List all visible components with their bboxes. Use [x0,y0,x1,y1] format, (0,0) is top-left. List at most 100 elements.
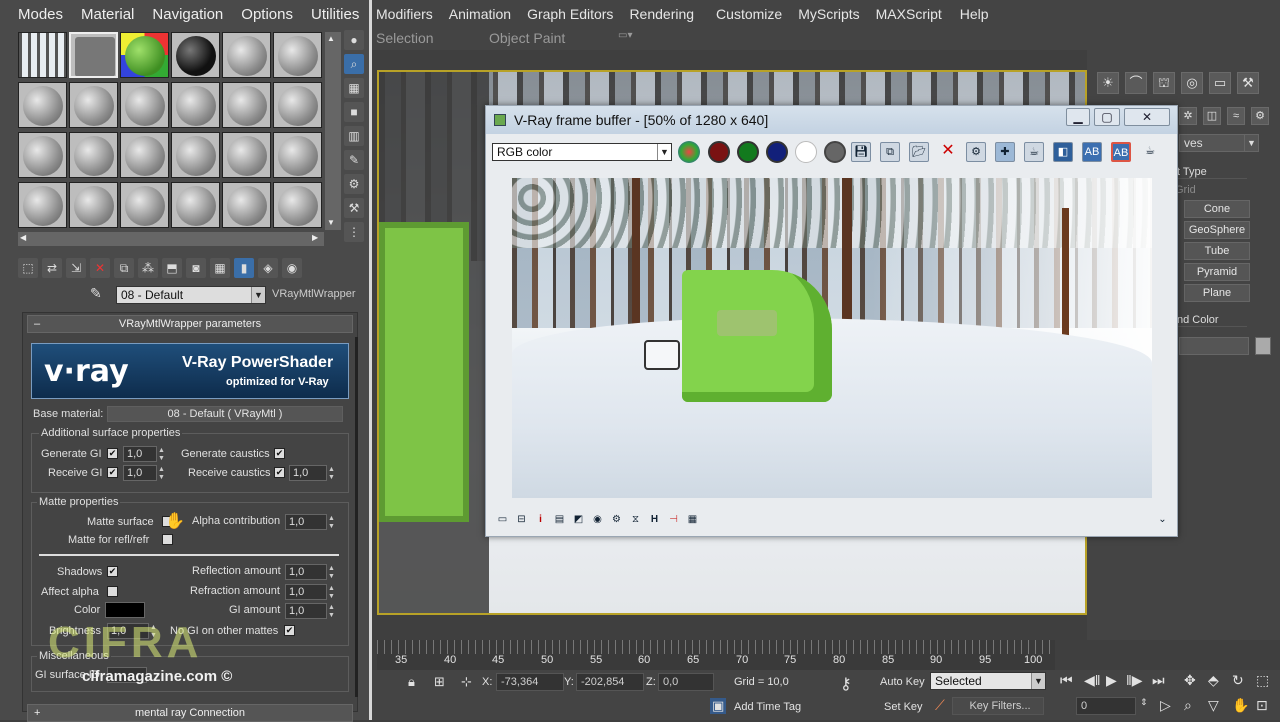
spinner-arrows-icon[interactable]: ▲ ▼ [158,466,168,482]
material-slot[interactable] [273,132,322,178]
object-type-header[interactable]: t Type [1177,166,1247,179]
material-name-dropdown[interactable]: 08 - Default ▼ [116,286,266,304]
material-slot[interactable] [222,32,271,78]
display-panel-icon[interactable]: ▭ [496,513,509,526]
rollout-header[interactable]: – VRayMtlWrapper parameters [27,315,353,333]
prev-frame-icon[interactable]: ◀‖ [1084,672,1101,689]
split-icon[interactable]: ⊣ [667,513,680,526]
timeline-track[interactable]: 35 40 45 50 55 60 65 70 75 80 85 90 95 1… [377,640,1055,670]
material-slot[interactable] [69,32,118,78]
fov-icon[interactable]: ▽ [1208,697,1219,714]
load-image-icon[interactable]: 📂︎ [909,142,929,162]
spacewarp-icon[interactable]: ≈ [1227,107,1245,125]
material-slot[interactable] [171,132,220,178]
material-slot[interactable] [69,132,118,178]
zoom-extents-icon[interactable]: ⬘ [1208,672,1219,689]
minimize-button[interactable]: ▁ [1066,108,1090,126]
chevron-right-icon[interactable]: ▶ [312,233,318,242]
ribbon-dropdown-icon[interactable]: ▭▾ [618,30,632,41]
curve-icon[interactable]: ⌒ [1125,72,1147,94]
time-tag-icon[interactable]: ▣ [710,698,727,714]
slots-vertical-scrollbar[interactable]: ▲ ▼ [325,32,341,230]
maximize-button[interactable]: ▢ [1094,108,1120,126]
menu-modes[interactable]: Modes [18,6,63,23]
lut-icon[interactable]: ⧖ [629,513,642,526]
chevron-down-icon[interactable]: ▼ [327,218,335,227]
put-to-scene-icon[interactable]: ⇄ [42,258,62,278]
clone-buffer-icon[interactable]: ⧉ [880,142,900,162]
rendered-image[interactable] [512,178,1152,498]
ab-compare-icon[interactable]: AB [1082,142,1102,162]
levels-icon[interactable]: ▤ [553,513,566,526]
menu-customize[interactable]: Customize [716,6,782,22]
spinner-arrows-icon[interactable]: ▲ ▼ [328,585,338,601]
clear-image-icon[interactable]: ✕ [938,142,958,162]
menu-rendering[interactable]: Rendering [629,6,694,22]
receive-gi-spinner[interactable]: 1,0 ▲ ▼ [123,465,165,481]
auto-key-button[interactable]: Auto Key [880,676,925,688]
zoom-icon[interactable]: ⌕ [1184,697,1192,714]
add-time-tag[interactable]: Add Time Tag [734,701,801,713]
maximize-viewport-icon[interactable]: ⬚ [1256,672,1269,689]
goto-start-icon[interactable]: ⏮ [1060,672,1073,689]
set-key-button[interactable]: Set Key [884,701,923,713]
goto-end-icon[interactable]: ⏭ [1152,672,1165,689]
stats-icon[interactable]: ⊟ [515,513,528,526]
material-slot[interactable] [171,32,220,78]
base-material-button[interactable]: 08 - Default ( VRayMtl ) [107,406,343,422]
shadow-color-swatch[interactable] [105,602,145,618]
menu-utilities[interactable]: Utilities [311,6,359,23]
material-slot[interactable] [18,182,67,228]
material-slot[interactable] [120,132,169,178]
time-config-icon[interactable]: ▷ [1160,697,1171,714]
go-to-parent-icon[interactable]: ◈ [258,258,278,278]
spinner-arrows-icon[interactable]: ▲ ▼ [328,466,338,482]
matte-refl-checkbox[interactable] [162,534,173,545]
spinner-arrows-icon[interactable]: ▲ ▼ [328,565,338,581]
menu-maxscript[interactable]: MAXScript [876,6,942,22]
motion-icon[interactable]: ◎ [1181,72,1203,94]
video-color-check-icon[interactable]: ▥ [344,126,364,146]
key-selection-dropdown[interactable]: Selected ▼ [930,672,1046,690]
make-preview-icon[interactable]: ✎ [344,150,364,170]
background-icon[interactable]: ▦ [344,78,364,98]
slots-horizontal-scrollbar[interactable]: ◀ ▶ [18,232,324,246]
receive-caustics-spinner[interactable]: 1,0 ▲ ▼ [289,465,335,481]
info-icon[interactable]: i [534,513,547,526]
menu-myscripts[interactable]: MyScripts [798,6,859,22]
alpha-channel-icon[interactable] [795,141,817,163]
y-coordinate-field[interactable]: -202,854 [576,673,644,691]
rgb-channel-icon[interactable] [678,141,700,163]
color-correction-icon[interactable]: ◧ [1053,142,1073,162]
make-copy-icon[interactable]: ⧉ [114,258,134,278]
sun-icon[interactable]: ☀ [1097,72,1119,94]
shadows-checkbox[interactable]: ✔ [107,566,118,577]
object-category-dropdown[interactable]: ves ▼ [1179,134,1259,152]
current-frame-field[interactable]: 0 [1076,697,1136,715]
ribbon-tab-object-paint[interactable]: Object Paint [489,30,565,46]
white-balance-icon[interactable]: ⚙ [610,513,623,526]
geosphere-button[interactable]: GeoSphere [1184,221,1250,239]
make-unique-icon[interactable]: ⁂ [138,258,158,278]
menu-options[interactable]: Options [241,6,293,23]
material-slot[interactable] [171,182,220,228]
material-slot[interactable] [273,182,322,228]
show-end-result-icon[interactable]: ▮ [234,258,254,278]
selection-lock-icon[interactable]: ⊞ [434,674,445,690]
mono-channel-icon[interactable] [824,141,846,163]
receive-gi-checkbox[interactable]: ✔ [107,467,118,478]
x-coordinate-field[interactable]: -73,364 [496,673,564,691]
red-channel-icon[interactable] [708,141,730,163]
save-image-icon[interactable]: 💾︎ [851,142,871,162]
transform-mode-icon[interactable]: ⊹ [461,674,472,690]
history-label[interactable]: H [648,513,661,526]
material-slot[interactable] [120,32,169,78]
material-slot[interactable] [222,82,271,128]
exposure-icon[interactable]: ◉ [591,513,604,526]
key-filters-button[interactable]: Key Filters... [952,697,1044,715]
walk-icon[interactable]: ✋ [1232,697,1249,714]
blue-channel-icon[interactable] [766,141,788,163]
go-forward-sibling-icon[interactable]: ◉ [282,258,302,278]
curve-icon[interactable]: ◩ [572,513,585,526]
refraction-amount-spinner[interactable]: 1,0 ▲ ▼ [285,584,335,600]
